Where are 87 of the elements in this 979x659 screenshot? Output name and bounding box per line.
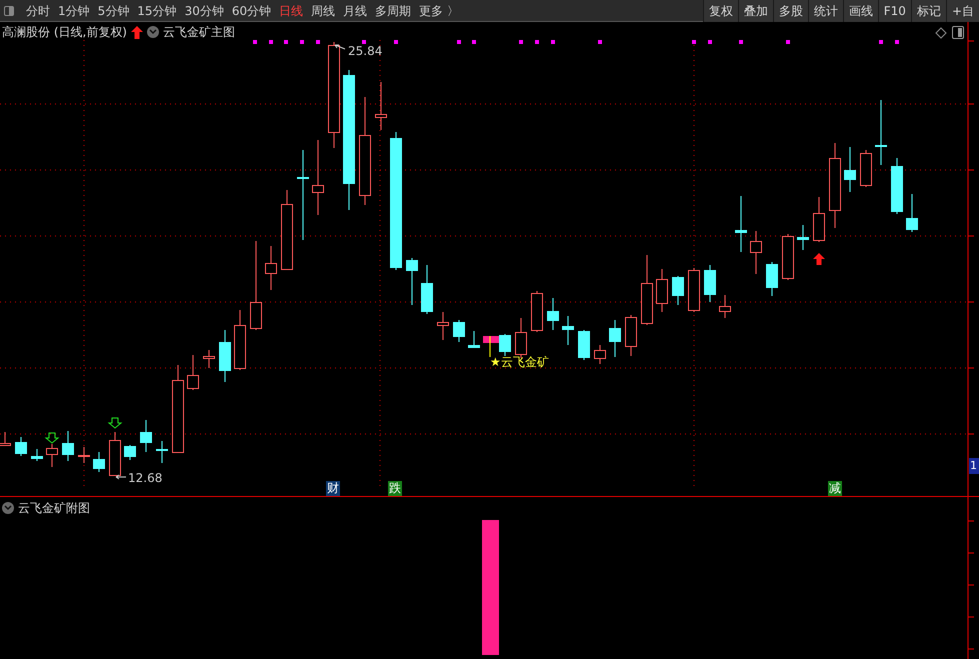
toolbar-button[interactable]: 画线 <box>842 0 878 22</box>
candlestick <box>844 146 856 192</box>
chevron-down-icon[interactable] <box>2 502 14 514</box>
candlestick <box>78 446 90 464</box>
period-tab[interactable]: 30分钟 <box>180 2 228 20</box>
candlestick <box>468 330 480 348</box>
chevron-down-icon[interactable] <box>147 26 159 38</box>
event-tag: 跌 <box>388 481 402 496</box>
candlestick <box>562 316 574 346</box>
candlestick <box>62 430 74 462</box>
candlestick <box>578 330 590 360</box>
period-tab[interactable]: 15分钟 <box>133 2 181 20</box>
candlestick <box>875 100 887 166</box>
candlestick <box>891 158 903 214</box>
panel-toggle-icon[interactable] <box>952 26 964 39</box>
arrow-up-icon <box>813 253 825 265</box>
period-tab[interactable]: 多周期 <box>371 2 416 20</box>
candlestick <box>766 262 778 296</box>
candlestick <box>437 312 449 340</box>
candlestick <box>860 150 872 188</box>
event-tag: 财 <box>326 481 340 496</box>
period-tab[interactable]: 日线 <box>275 2 308 20</box>
candlestick <box>656 268 668 312</box>
leader-arrow <box>334 44 346 50</box>
candlestick <box>265 246 277 290</box>
candlestick <box>782 234 794 280</box>
candlestick <box>735 196 747 252</box>
candlestick <box>547 298 559 330</box>
candlestick <box>719 294 731 318</box>
candlestick <box>15 436 27 456</box>
sub-indicator-title: 云飞金矿附图 <box>18 500 90 517</box>
period-tab[interactable]: 周线 <box>307 2 340 20</box>
candlestick <box>46 444 58 468</box>
arrow-up-icon <box>131 26 143 38</box>
high-price-label: 25.84 <box>348 43 382 60</box>
period-tab[interactable]: 1分钟 <box>54 2 94 20</box>
arrow-down-icon <box>108 418 122 429</box>
candlestick <box>625 314 637 356</box>
period-tab[interactable]: 5分钟 <box>94 2 134 20</box>
candlestick <box>93 452 105 472</box>
low-price-label: 12.68 <box>128 470 162 487</box>
candlestick <box>203 350 215 368</box>
event-tag: 减 <box>828 481 842 496</box>
candlestick <box>234 310 246 370</box>
indicator-title: 云飞金矿主图 <box>163 24 235 41</box>
candlestick <box>124 444 136 460</box>
candlestick <box>672 276 684 306</box>
toolbar-button[interactable]: 标记 <box>910 0 946 22</box>
period-tab[interactable]: 分时 <box>22 2 54 20</box>
price-axis-label: 1 <box>969 458 979 474</box>
sidebar-toggle-icon[interactable] <box>4 6 14 16</box>
candlestick <box>140 420 152 452</box>
diamond-icon[interactable] <box>935 27 947 39</box>
candlestick <box>421 264 433 314</box>
signal-bar <box>483 336 499 343</box>
candlestick <box>375 82 387 130</box>
candlestick <box>499 334 511 356</box>
candlestick <box>406 258 418 306</box>
toolbar-button[interactable]: 多股 <box>772 0 808 22</box>
candlestick <box>641 254 653 326</box>
period-tab[interactable]: 60分钟 <box>228 2 276 20</box>
candlestick <box>219 330 231 382</box>
stock-title: 高澜股份 (日线,前复权) <box>2 24 127 41</box>
candlestick <box>688 268 700 312</box>
toolbar-button[interactable]: 复权 <box>702 0 738 22</box>
candlestick <box>453 320 465 342</box>
toolbar-button[interactable]: F10 <box>878 0 911 22</box>
candlestick <box>906 194 918 232</box>
candlestick <box>594 344 606 364</box>
toolbar-button[interactable]: 统计 <box>808 0 843 22</box>
period-tab[interactable]: 月线 <box>339 2 372 20</box>
candlestick <box>797 224 809 250</box>
arrow-down-icon <box>44 432 60 444</box>
signal-label: ★云飞金矿 <box>490 354 549 371</box>
toolbar-button[interactable]: +自 <box>946 0 979 22</box>
candlestick <box>750 230 762 274</box>
candlestick <box>813 196 825 242</box>
candlestick <box>531 290 543 332</box>
more-menu[interactable]: 更多 〉 <box>415 2 463 20</box>
candlestick <box>156 440 168 464</box>
candlestick <box>609 320 621 358</box>
candlestick <box>31 448 43 462</box>
candlestick <box>704 264 716 302</box>
leader-arrow <box>116 474 126 480</box>
candlestick <box>109 432 121 476</box>
toolbar-button[interactable]: 叠加 <box>738 0 773 22</box>
candlestick <box>187 354 199 390</box>
